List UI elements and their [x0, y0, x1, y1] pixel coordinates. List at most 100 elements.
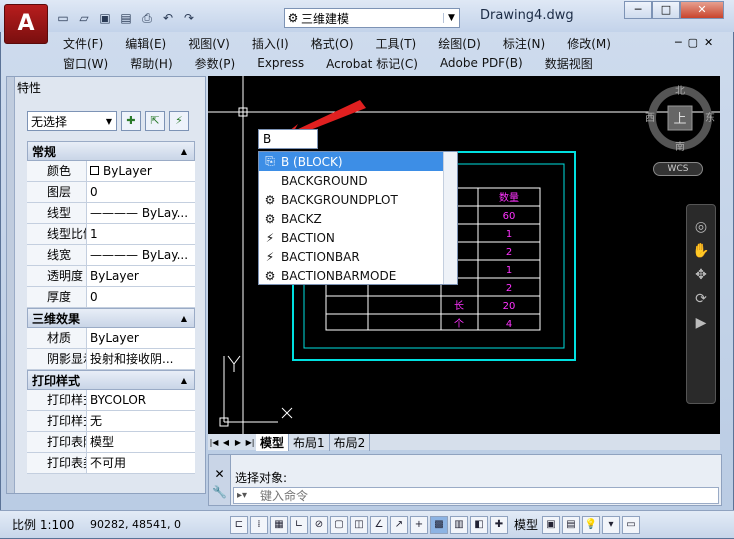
property-value[interactable]: 模型 [87, 432, 195, 452]
menu-item[interactable]: 文件(F) [52, 35, 114, 52]
plot-icon[interactable]: ⎙ [138, 9, 156, 27]
3dosnap-icon[interactable]: ◫ [350, 515, 368, 534]
dynamic-input-field[interactable]: B [258, 129, 318, 149]
infer-constraints-icon[interactable]: ⊏ [230, 515, 248, 534]
property-value[interactable]: 1 [87, 224, 195, 244]
workspace-switch-icon[interactable]: ▾ [602, 515, 621, 534]
property-value[interactable]: ———— ByLay... [87, 245, 195, 265]
model-space-label[interactable]: 模型 [510, 516, 542, 533]
redo-icon[interactable]: ↷ [180, 9, 198, 27]
drawing-minimize-icon[interactable]: ─ [675, 36, 682, 49]
collapse-icon[interactable]: ▲ [174, 376, 194, 385]
last-tab-icon[interactable]: ▶| [244, 438, 256, 447]
select-objects-button[interactable]: ⇱ [145, 111, 165, 131]
menu-item[interactable]: 帮助(H) [119, 55, 183, 72]
command-input-box[interactable]: ▸▾ [233, 487, 719, 504]
property-value[interactable]: 无 [87, 411, 195, 431]
property-row[interactable]: 打印样式BYCOLOR [27, 390, 195, 411]
property-row[interactable]: 厚度 0 [27, 287, 195, 308]
workspace-dropdown[interactable]: ⚙ 三维建模 ▼ [284, 8, 460, 28]
menu-item[interactable]: Acrobat 标记(C) [315, 55, 429, 72]
save-icon[interactable]: ▣ [96, 9, 114, 27]
command-input[interactable] [260, 488, 660, 503]
application-menu-button[interactable]: A [4, 4, 48, 44]
polar-icon[interactable]: ⊘ [310, 515, 328, 534]
property-value[interactable]: ByLayer [87, 328, 195, 348]
autocomplete-item[interactable]: ⚙ BACKGROUNDPLOT [259, 190, 443, 209]
prev-tab-icon[interactable]: ◀ [220, 438, 232, 447]
drawing-close-icon[interactable]: ✕ [704, 36, 713, 49]
menu-item[interactable]: 绘图(D) [427, 35, 492, 52]
property-row[interactable]: 线宽 ———— ByLay... [27, 245, 195, 266]
new-icon[interactable]: ▭ [54, 9, 72, 27]
ortho-icon[interactable]: ∟ [290, 515, 308, 534]
property-value[interactable]: BYCOLOR [87, 390, 195, 410]
property-value[interactable]: ByLayer [87, 266, 195, 286]
property-row[interactable]: 打印样式表无 [27, 411, 195, 432]
menu-item[interactable]: 标注(N) [492, 35, 556, 52]
close-button[interactable]: ✕ [680, 1, 724, 19]
property-row[interactable]: 颜色 ByLayer [27, 161, 195, 182]
menu-item[interactable]: 插入(I) [241, 35, 300, 52]
close-icon[interactable]: ✕ [209, 467, 230, 481]
wcs-menu[interactable]: WCS [653, 162, 703, 176]
osnap-icon[interactable]: ▢ [330, 515, 348, 534]
quick-view-drawings-icon[interactable]: ▤ [562, 515, 581, 534]
property-value[interactable]: ———— ByLay... [87, 203, 195, 223]
property-value[interactable]: 投射和接收阴... [87, 349, 195, 369]
tab-layout2[interactable]: 布局2 [330, 433, 371, 451]
zoom-icon[interactable]: ✥ [695, 267, 707, 283]
annotation-scale[interactable]: 比例 1:100 [0, 516, 80, 533]
showmotion-icon[interactable]: ▶ [696, 315, 707, 331]
first-tab-icon[interactable]: |◀ [208, 438, 220, 447]
pan-icon[interactable]: ✋ [692, 243, 709, 259]
menu-item[interactable]: 窗口(W) [52, 55, 119, 72]
palette-title-strip[interactable] [7, 77, 15, 493]
property-row[interactable]: 材质 ByLayer [27, 328, 195, 349]
property-row[interactable]: 图层 0 [27, 182, 195, 203]
transparency-icon[interactable]: ▥ [450, 515, 468, 534]
autocomplete-item[interactable]: ⚙ BACKZ [259, 209, 443, 228]
quick-select-button[interactable]: ⚡ [169, 111, 189, 131]
autocomplete-item[interactable]: ⚡ BACTION [259, 228, 443, 247]
clean-screen-icon[interactable]: ▭ [622, 515, 641, 534]
menu-item[interactable]: 修改(M) [556, 35, 622, 52]
next-tab-icon[interactable]: ▶ [232, 438, 244, 447]
menu-item[interactable]: 工具(T) [365, 35, 428, 52]
property-row[interactable]: 打印表类型不可用 [27, 453, 195, 474]
property-value[interactable]: ByLayer [87, 161, 195, 181]
section-header[interactable]: 打印样式 ▲ [27, 370, 195, 390]
collapse-icon[interactable]: ▲ [174, 314, 194, 323]
collapse-icon[interactable]: ▲ [174, 147, 194, 156]
tab-model[interactable]: 模型 [256, 433, 290, 451]
toggle-pickadd-button[interactable]: ✚ [121, 111, 141, 131]
menu-item[interactable]: 数据视图 [534, 55, 604, 72]
property-value[interactable]: 0 [87, 287, 195, 307]
autocomplete-item[interactable]: ⚙ BACTIONBARMODE [259, 266, 443, 285]
property-row[interactable]: 透明度 ByLayer [27, 266, 195, 287]
autocomplete-item[interactable]: ⎘ B (BLOCK) [259, 152, 443, 171]
drawing-restore-icon[interactable]: ▢ [688, 36, 698, 49]
otrack-icon[interactable]: ∠ [370, 515, 388, 534]
selection-dropdown[interactable]: 无选择 ▼ [27, 111, 117, 131]
selection-cycling-icon[interactable]: ✚ [490, 515, 508, 534]
tab-layout1[interactable]: 布局1 [289, 433, 330, 451]
property-row[interactable]: 线型比例1 [27, 224, 195, 245]
menu-item[interactable]: 参数(P) [184, 55, 247, 72]
grid-icon[interactable]: ▦ [270, 515, 288, 534]
property-row[interactable]: 线型 ———— ByLay... [27, 203, 195, 224]
autocomplete-item[interactable]: ⚡ BACTIONBAR [259, 247, 443, 266]
snap-icon[interactable]: ⁞ [250, 515, 268, 534]
lineweight-icon[interactable]: ▩ [430, 515, 448, 534]
autocomplete-item[interactable]: BACKGROUND [259, 171, 443, 190]
property-value[interactable]: 不可用 [87, 453, 195, 473]
maximize-button[interactable]: □ [652, 1, 680, 19]
ducs-icon[interactable]: ↗ [390, 515, 408, 534]
property-row[interactable]: 阴影显示投射和接收阴... [27, 349, 195, 370]
open-icon[interactable]: ▱ [75, 9, 93, 27]
menu-item[interactable]: 视图(V) [177, 35, 241, 52]
menu-item[interactable]: Adobe PDF(B) [429, 56, 534, 70]
lightbulb-icon[interactable]: 💡 [582, 515, 601, 534]
quick-properties-icon[interactable]: ◧ [470, 515, 488, 534]
wrench-icon[interactable]: 🔧 [209, 485, 230, 499]
